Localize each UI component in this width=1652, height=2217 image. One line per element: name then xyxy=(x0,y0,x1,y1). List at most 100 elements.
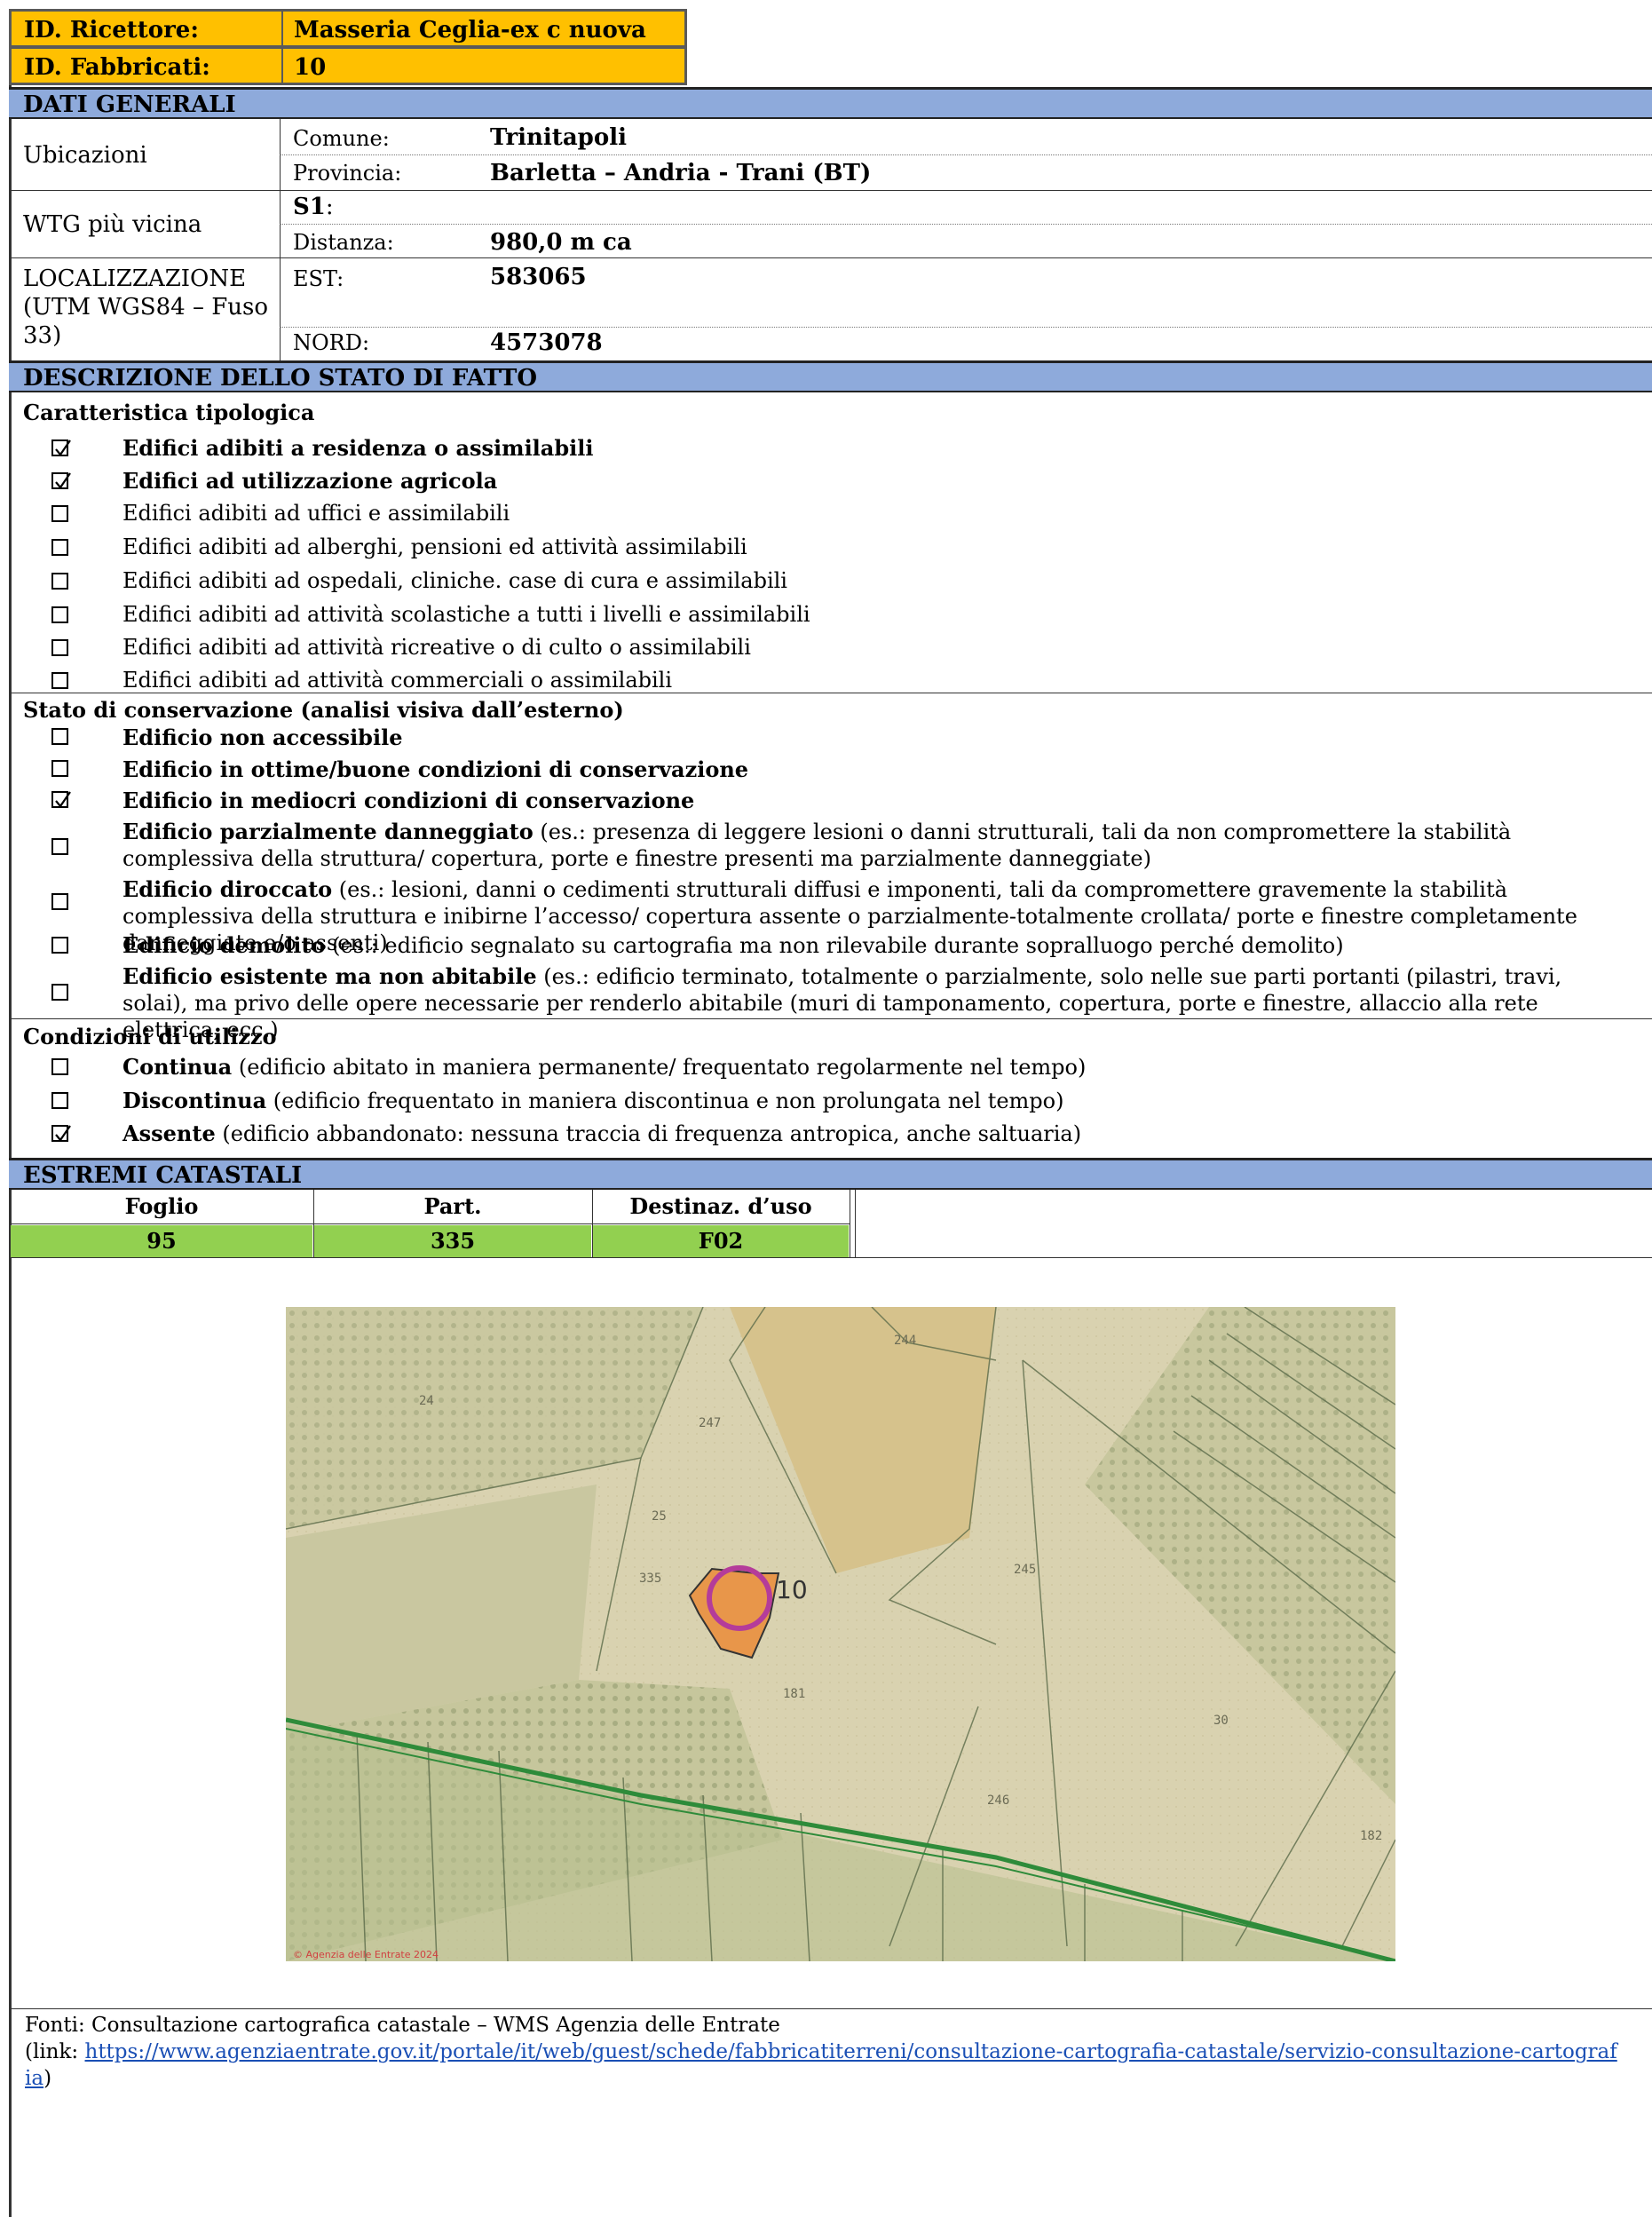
tipologica-item: Edifici adibiti ad attività scolastiche … xyxy=(123,602,810,627)
checkbox-unchecked[interactable] xyxy=(51,639,68,656)
catastali-header-destinaz: Destinaz. d’uso xyxy=(629,1193,812,1219)
tipologica-item: Edifici adibiti ad attività commerciali … xyxy=(123,668,673,693)
checkbox-unchecked[interactable] xyxy=(51,672,68,689)
row-divider xyxy=(9,1018,1652,1019)
tipologica-item: Edifici ad utilizzazione agricola xyxy=(123,468,498,494)
conservazione-item: Edificio esistente ma non abitabile (es.… xyxy=(123,963,1632,1043)
checkbox-checked[interactable] xyxy=(51,439,71,456)
comune-value: Trinitapoli xyxy=(490,124,627,151)
header-divider xyxy=(281,49,283,83)
parcel-label: 245 xyxy=(1014,1563,1036,1577)
conservazione-item: Edificio in ottime/buone condizioni di c… xyxy=(123,756,1632,783)
checkbox-unchecked[interactable] xyxy=(51,505,68,522)
fabbricati-label: ID. Fabbricati: xyxy=(24,54,210,81)
conservazione-item-title: Edificio in mediocri condizioni di conse… xyxy=(123,788,695,813)
header-divider xyxy=(281,12,283,45)
fonti-link[interactable]: https://www.agenziaentrate.gov.it/portal… xyxy=(25,2040,1617,2090)
conservazione-item-title: Edificio non accessibile xyxy=(123,724,403,750)
conservazione-item: Edificio parzialmente danneggiato (es.: … xyxy=(123,819,1632,872)
checkbox-unchecked[interactable] xyxy=(51,1058,68,1075)
checkbox-unchecked[interactable] xyxy=(51,573,68,590)
parcel-label: 24 xyxy=(419,1394,434,1408)
checkbox-unchecked[interactable] xyxy=(51,893,68,910)
fonti-text: Fonti: Consultazione cartografica catast… xyxy=(25,2012,1623,2092)
conservazione-item-title: Edificio parzialmente danneggiato xyxy=(123,819,534,844)
building-label: 10 xyxy=(776,1575,808,1604)
checkbox-unchecked[interactable] xyxy=(51,760,68,777)
fabbricati-value: 10 xyxy=(294,54,327,81)
row-divider xyxy=(9,2008,1652,2009)
ubicazioni-label: Ubicazioni xyxy=(23,142,147,169)
checkbox-unchecked[interactable] xyxy=(51,1092,68,1109)
dotted-divider xyxy=(280,327,1652,328)
map-copyright: © Agenzia delle Entrate 2024 xyxy=(293,1949,439,1960)
col-divider xyxy=(592,1190,593,1257)
checkbox-checked[interactable] xyxy=(51,472,71,489)
parcel-label: 25 xyxy=(652,1509,667,1524)
section-dati-generali: DATI GENERALI xyxy=(9,87,1652,119)
conservazione-item-title: Edificio diroccato xyxy=(123,876,333,902)
section-title: DESCRIZIONE DELLO STATO DI FATTO xyxy=(23,365,538,392)
est-label: EST: xyxy=(293,266,344,291)
parcel-label: 335 xyxy=(639,1572,661,1586)
dotted-divider xyxy=(280,154,1652,155)
parcel-label: 30 xyxy=(1213,1714,1229,1728)
checkbox-unchecked[interactable] xyxy=(51,838,68,855)
dotted-divider xyxy=(280,224,1652,225)
checkbox-unchecked[interactable] xyxy=(51,606,68,623)
wtg-value-line: S1: xyxy=(293,194,334,220)
utilizzo-item: Continua (edificio abitato in maniera pe… xyxy=(123,1054,1632,1081)
wtg-label: WTG più vicina xyxy=(23,211,202,238)
checkbox-unchecked[interactable] xyxy=(51,728,68,745)
tipologica-item: Edifici adibiti ad attività ricreative o… xyxy=(123,635,751,660)
utilizzo-item-description: (edificio frequentato in maniera discont… xyxy=(266,1089,1064,1113)
conservazione-title: Stato di conservazione (analisi visiva d… xyxy=(23,697,624,723)
row-divider xyxy=(9,190,1652,191)
tipologica-title: Caratteristica tipologica xyxy=(23,400,315,425)
ricettore-value: Masseria Ceglia-ex c nuova xyxy=(294,17,646,44)
checkmark-icon xyxy=(55,791,71,808)
provincia-label: Provincia: xyxy=(293,161,402,186)
distanza-value: 980,0 m ca xyxy=(490,229,632,256)
checkbox-checked[interactable] xyxy=(51,1125,71,1142)
section-title: ESTREMI CATASTALI xyxy=(23,1162,303,1189)
checkbox-unchecked[interactable] xyxy=(51,539,68,556)
header-ricettore-row: ID. Ricettore: Masseria Ceglia-ex c nuov… xyxy=(9,9,687,48)
catastali-value-part: 335 xyxy=(314,1225,591,1257)
fonti-line1: Fonti: Consultazione cartografica catast… xyxy=(25,2014,780,2037)
row-divider xyxy=(9,1223,850,1224)
conservazione-item-title: Edificio in ottime/buone condizioni di c… xyxy=(123,756,749,782)
col-divider xyxy=(313,1190,314,1257)
est-value: 583065 xyxy=(490,264,587,290)
nord-label: NORD: xyxy=(293,330,370,355)
utilizzo-item-title: Discontinua xyxy=(123,1088,267,1113)
ricettore-label: ID. Ricettore: xyxy=(24,17,199,44)
section-catastali: ESTREMI CATASTALI xyxy=(9,1158,1652,1190)
cadastral-map: 10 24 247 244 25 335 245 181 30 246 182 … xyxy=(286,1307,1395,1961)
utilizzo-item-title: Continua xyxy=(123,1054,233,1080)
parcel-label: 246 xyxy=(987,1793,1009,1808)
tipologica-item: Edifici adibiti ad uffici e assimilabili xyxy=(123,501,510,526)
catastali-value-destinaz: F02 xyxy=(593,1225,849,1257)
catastali-header-foglio: Foglio xyxy=(124,1193,199,1219)
fonti-link-suffix: ) xyxy=(43,2067,52,2090)
tipologica-item: Edifici adibiti ad ospedali, cliniche. c… xyxy=(123,568,787,593)
utilizzo-item-description: (edificio abbandonato: nessuna traccia d… xyxy=(215,1121,1082,1146)
wtg-value: S1 xyxy=(293,194,326,220)
comune-label: Comune: xyxy=(293,126,390,151)
localizzazione-label: LOCALIZZAZIONE (UTM WGS84 – Fuso 33) xyxy=(23,265,268,349)
checkbox-unchecked[interactable] xyxy=(51,984,68,1001)
checkbox-unchecked[interactable] xyxy=(51,937,68,954)
checkmark-icon xyxy=(55,439,71,456)
tipologica-item: Edifici adibiti a residenza o assimilabi… xyxy=(123,435,594,461)
wtg-colon: : xyxy=(325,194,334,220)
conservazione-item: Edificio non accessibile xyxy=(123,724,1632,751)
catastali-value-foglio: 95 xyxy=(11,1225,312,1257)
parcel-label: 182 xyxy=(1360,1829,1382,1843)
checkbox-checked[interactable] xyxy=(51,791,71,808)
checkmark-icon xyxy=(55,472,71,489)
fonti-link-prefix: (link: xyxy=(25,2040,85,2063)
col-divider xyxy=(855,1190,856,1257)
checkmark-icon xyxy=(55,1125,71,1142)
conservazione-item-title: Edificio demolito xyxy=(123,932,326,958)
